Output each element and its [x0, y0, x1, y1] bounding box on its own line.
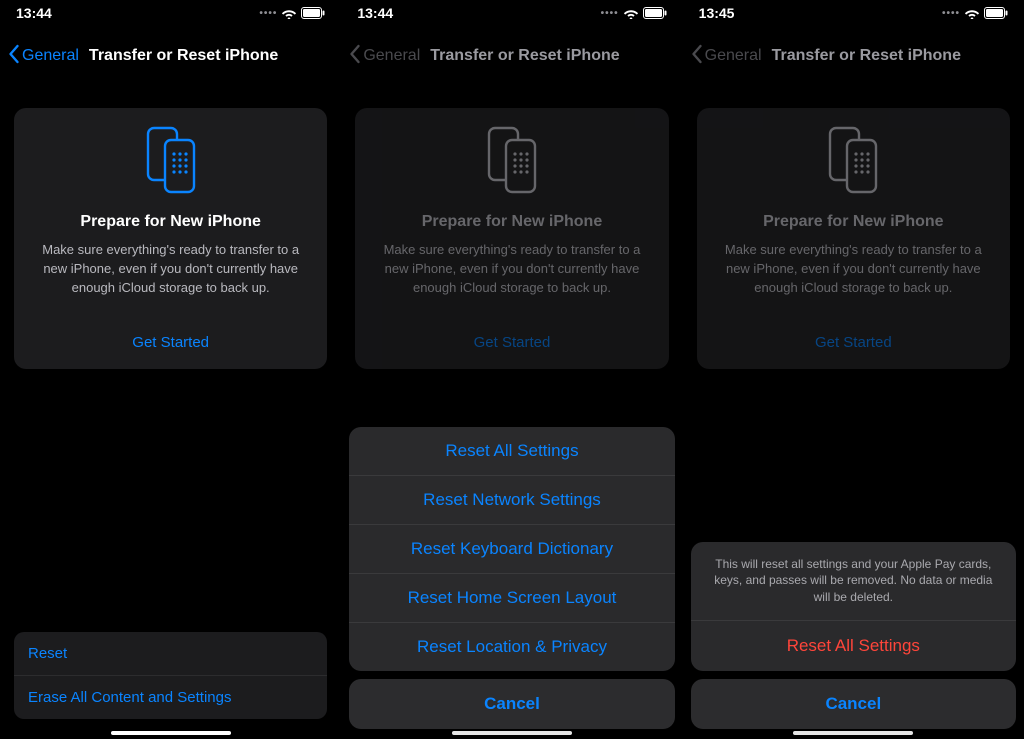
phone-screen-3: 13:45 •••• General Transfer or Reset iPh… [683, 0, 1024, 739]
status-time: 13:45 [699, 5, 735, 21]
card-body: Make sure everything's ready to transfer… [30, 241, 311, 298]
cancel-button[interactable]: Cancel [691, 679, 1016, 729]
battery-icon [643, 7, 667, 19]
wifi-icon [281, 7, 297, 19]
cancel-button[interactable]: Cancel [349, 679, 674, 729]
cellular-dots-icon: •••• [601, 8, 619, 19]
get-started-button[interactable]: Get Started [371, 326, 652, 355]
sheet-options-group: Reset All Settings Reset Network Setting… [349, 427, 674, 671]
prepare-card: Prepare for New iPhone Make sure everyth… [14, 108, 327, 369]
get-started-button[interactable]: Get Started [713, 326, 994, 355]
list-item[interactable]: Reset [14, 632, 327, 675]
home-indicator[interactable] [452, 731, 572, 735]
sheet-option[interactable]: Reset Home Screen Layout [349, 573, 674, 622]
confirm-action-sheet: This will reset all settings and your Ap… [691, 542, 1016, 729]
confirm-group: This will reset all settings and your Ap… [691, 542, 1016, 671]
status-bar: 13:44 •••• [0, 0, 341, 20]
transfer-phones-icon [824, 126, 882, 199]
get-started-button[interactable]: Get Started [30, 326, 311, 355]
nav-bar: General Transfer or Reset iPhone [0, 34, 341, 78]
cellular-dots-icon: •••• [259, 8, 277, 19]
nav-bar: General Transfer or Reset iPhone [683, 34, 1024, 78]
chevron-left-icon [691, 44, 703, 69]
card-heading: Prepare for New iPhone [713, 213, 994, 231]
chevron-left-icon [349, 44, 361, 69]
transfer-phones-icon [483, 126, 541, 199]
page-title: Transfer or Reset iPhone [89, 47, 278, 65]
sheet-option[interactable]: Reset Keyboard Dictionary [349, 524, 674, 573]
battery-icon [301, 7, 325, 19]
prepare-card: Prepare for New iPhone Make sure everyth… [355, 108, 668, 369]
back-button[interactable]: General [691, 44, 762, 69]
chevron-left-icon [8, 44, 20, 69]
wifi-icon [964, 7, 980, 19]
card-heading: Prepare for New iPhone [30, 213, 311, 231]
status-bar: 13:45 •••• [683, 0, 1024, 20]
transfer-phones-icon [142, 126, 200, 199]
back-label: General [22, 47, 79, 65]
card-body: Make sure everything's ready to transfer… [713, 241, 994, 298]
sheet-option[interactable]: Reset Location & Privacy [349, 622, 674, 671]
status-time: 13:44 [357, 5, 393, 21]
battery-icon [984, 7, 1008, 19]
phone-screen-2: 13:44 •••• General Transfer or Reset iPh… [341, 0, 682, 739]
back-button[interactable]: General [8, 44, 79, 69]
list-item[interactable]: Erase All Content and Settings [14, 675, 327, 719]
back-label: General [705, 47, 762, 65]
page-title: Transfer or Reset iPhone [430, 47, 619, 65]
reset-options-list: Reset Erase All Content and Settings [14, 632, 327, 719]
reset-all-settings-button[interactable]: Reset All Settings [691, 620, 1016, 671]
page-title: Transfer or Reset iPhone [772, 47, 961, 65]
sheet-option[interactable]: Reset All Settings [349, 427, 674, 475]
home-indicator[interactable] [111, 731, 231, 735]
status-time: 13:44 [16, 5, 52, 21]
nav-bar: General Transfer or Reset iPhone [341, 34, 682, 78]
confirm-message: This will reset all settings and your Ap… [691, 542, 1016, 620]
prepare-card: Prepare for New iPhone Make sure everyth… [697, 108, 1010, 369]
sheet-option[interactable]: Reset Network Settings [349, 475, 674, 524]
reset-action-sheet: Reset All Settings Reset Network Setting… [349, 427, 674, 729]
status-bar: 13:44 •••• [341, 0, 682, 20]
cellular-dots-icon: •••• [942, 8, 960, 19]
wifi-icon [623, 7, 639, 19]
card-body: Make sure everything's ready to transfer… [371, 241, 652, 298]
phone-screen-1: 13:44 •••• General Transfer or Reset iPh… [0, 0, 341, 739]
home-indicator[interactable] [793, 731, 913, 735]
back-button[interactable]: General [349, 44, 420, 69]
card-heading: Prepare for New iPhone [371, 213, 652, 231]
back-label: General [363, 47, 420, 65]
